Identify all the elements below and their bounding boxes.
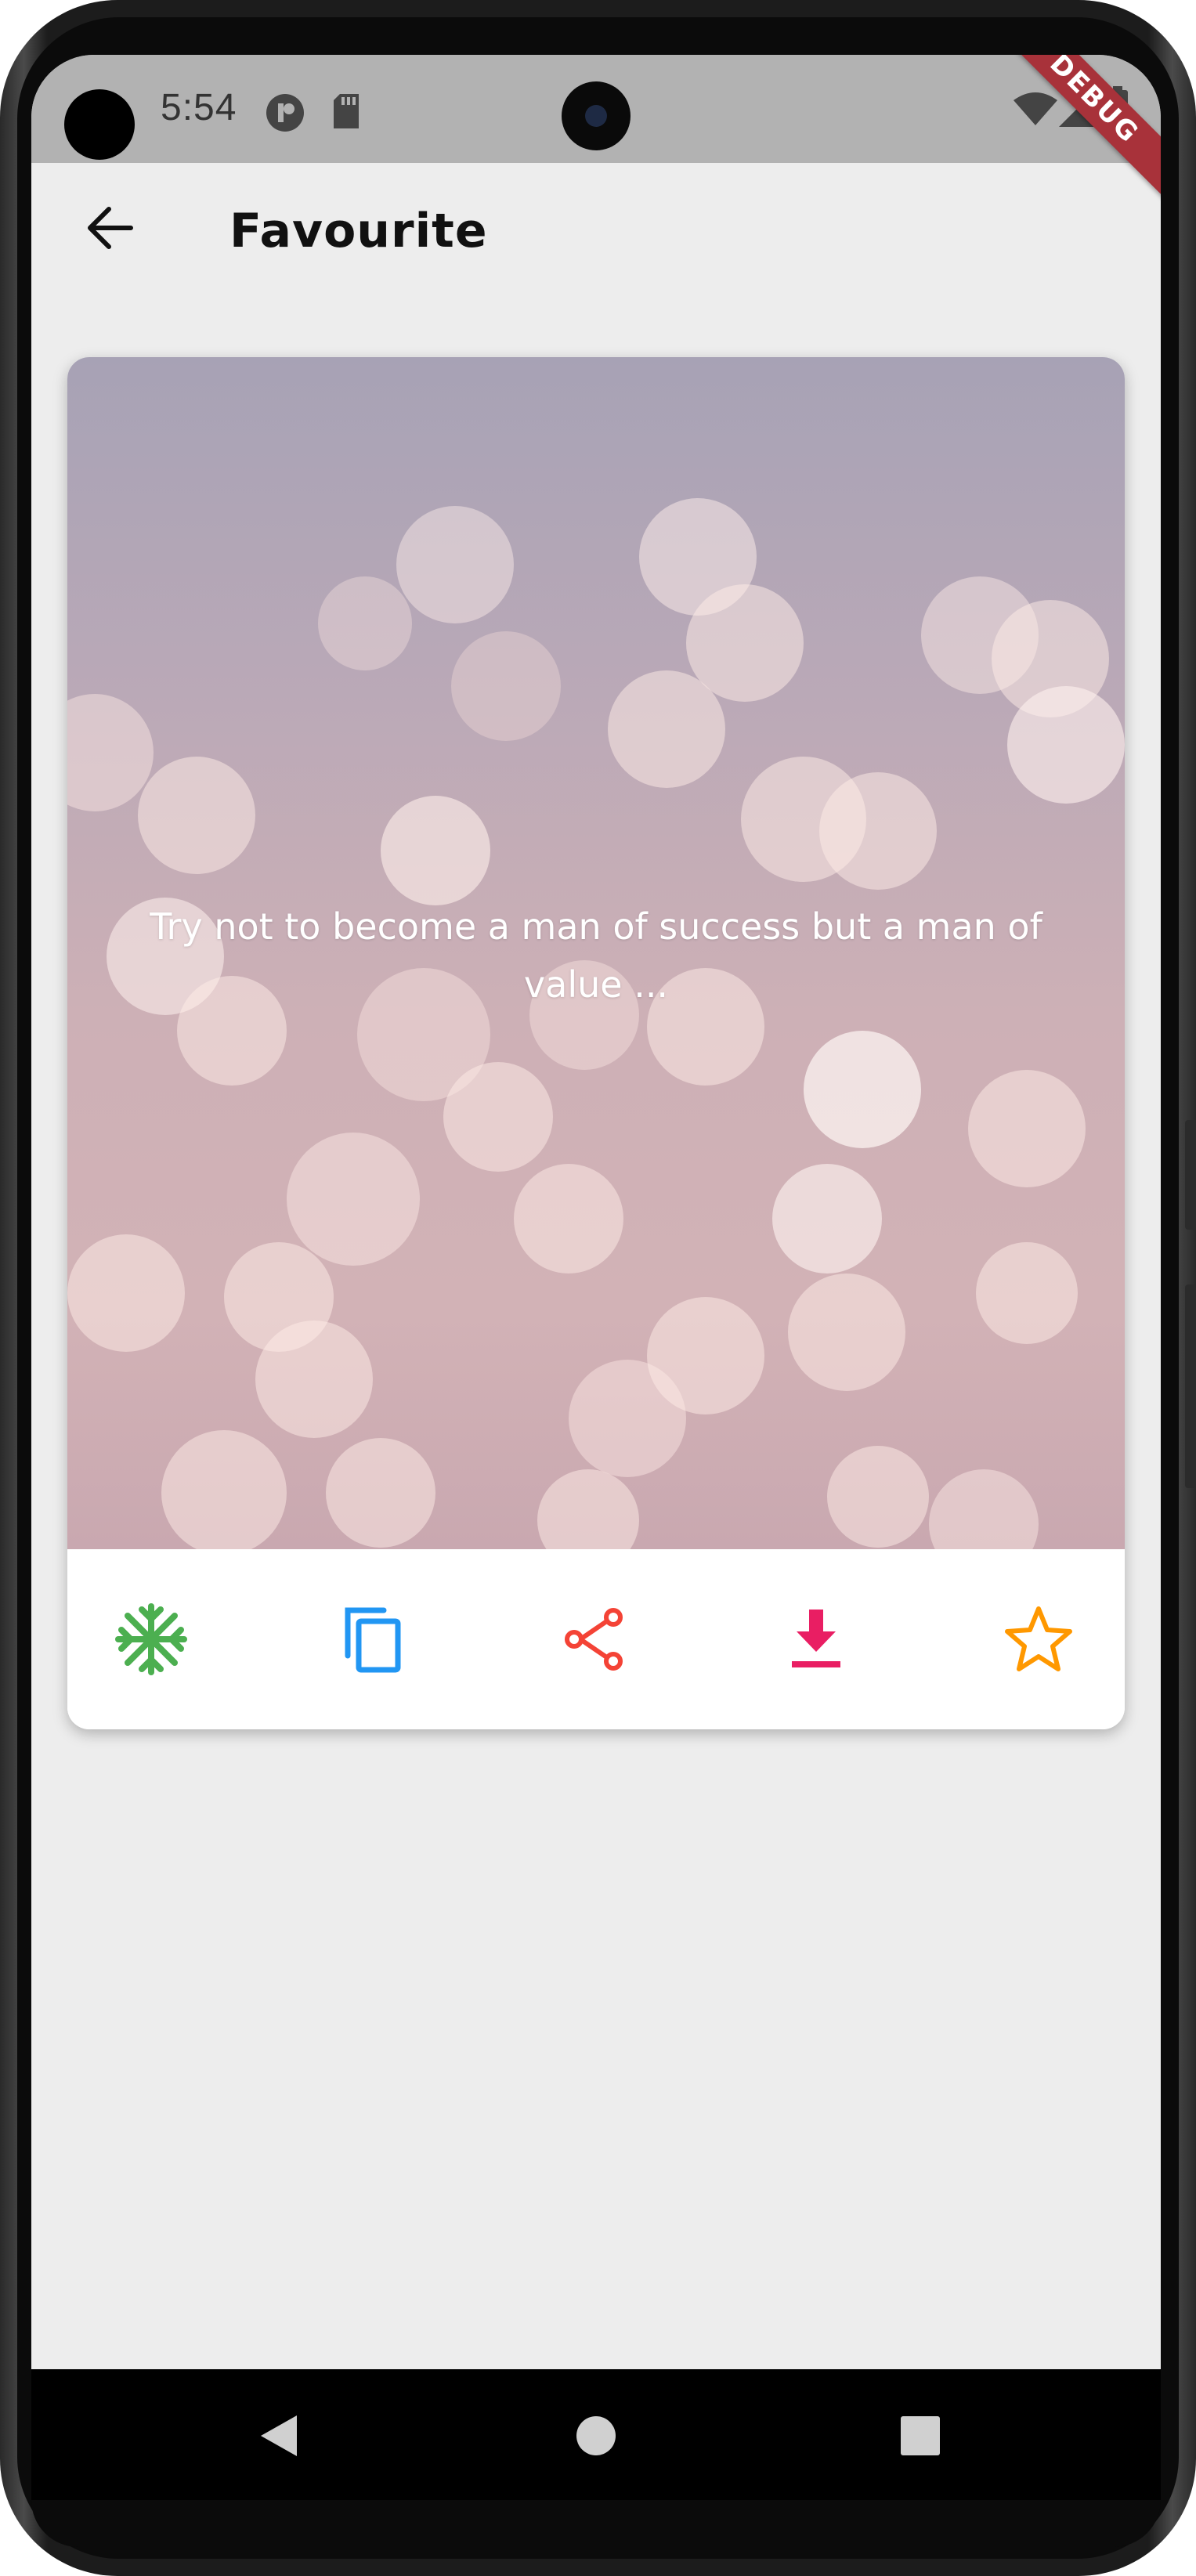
sd-card-icon xyxy=(331,92,362,135)
app-screen: 5:54 DEBUG Favourite Try not to become a… xyxy=(31,55,1161,2500)
star-outline-icon xyxy=(1005,1606,1072,1671)
share-button[interactable] xyxy=(547,1592,641,1686)
download-button[interactable] xyxy=(769,1592,863,1686)
nav-recents-button[interactable] xyxy=(885,2401,956,2471)
snowflake-button[interactable] xyxy=(104,1592,198,1686)
volume-button xyxy=(1185,1120,1196,1230)
quote-card: Try not to become a man of success but a… xyxy=(67,357,1125,1729)
phone-bottom-bezel xyxy=(31,2500,1161,2547)
snowflake-icon xyxy=(115,1603,187,1675)
nav-back-button[interactable] xyxy=(243,2401,313,2471)
arrow-back-icon xyxy=(88,207,133,249)
status-bar: 5:54 DEBUG xyxy=(31,55,1161,213)
system-nav-bar xyxy=(31,2369,1161,2500)
nav-home-button[interactable] xyxy=(561,2401,631,2471)
share-icon xyxy=(565,1608,623,1671)
wifi-icon xyxy=(1012,91,1059,130)
back-button[interactable] xyxy=(74,193,145,263)
camera-cutout-icon xyxy=(64,89,135,160)
home-circle-icon xyxy=(576,2416,616,2455)
front-camera-icon xyxy=(562,81,631,150)
download-icon xyxy=(792,1610,840,1667)
quote-actions-bar xyxy=(67,1549,1125,1729)
recents-square-icon xyxy=(901,2416,940,2455)
quote-text: Try not to become a man of success but a… xyxy=(150,905,1042,1006)
back-triangle-icon xyxy=(261,2415,297,2456)
copy-icon xyxy=(345,1607,401,1673)
notification-icon xyxy=(265,92,305,136)
app-bar: Favourite xyxy=(31,163,1161,296)
favourite-star-button[interactable] xyxy=(992,1592,1086,1686)
bokeh-background-image: Try not to become a man of success but a… xyxy=(67,357,1125,1549)
copy-button[interactable] xyxy=(326,1592,420,1686)
power-button xyxy=(1185,1284,1196,1488)
page-title: Favourite xyxy=(229,204,488,258)
status-time: 5:54 xyxy=(161,87,237,128)
